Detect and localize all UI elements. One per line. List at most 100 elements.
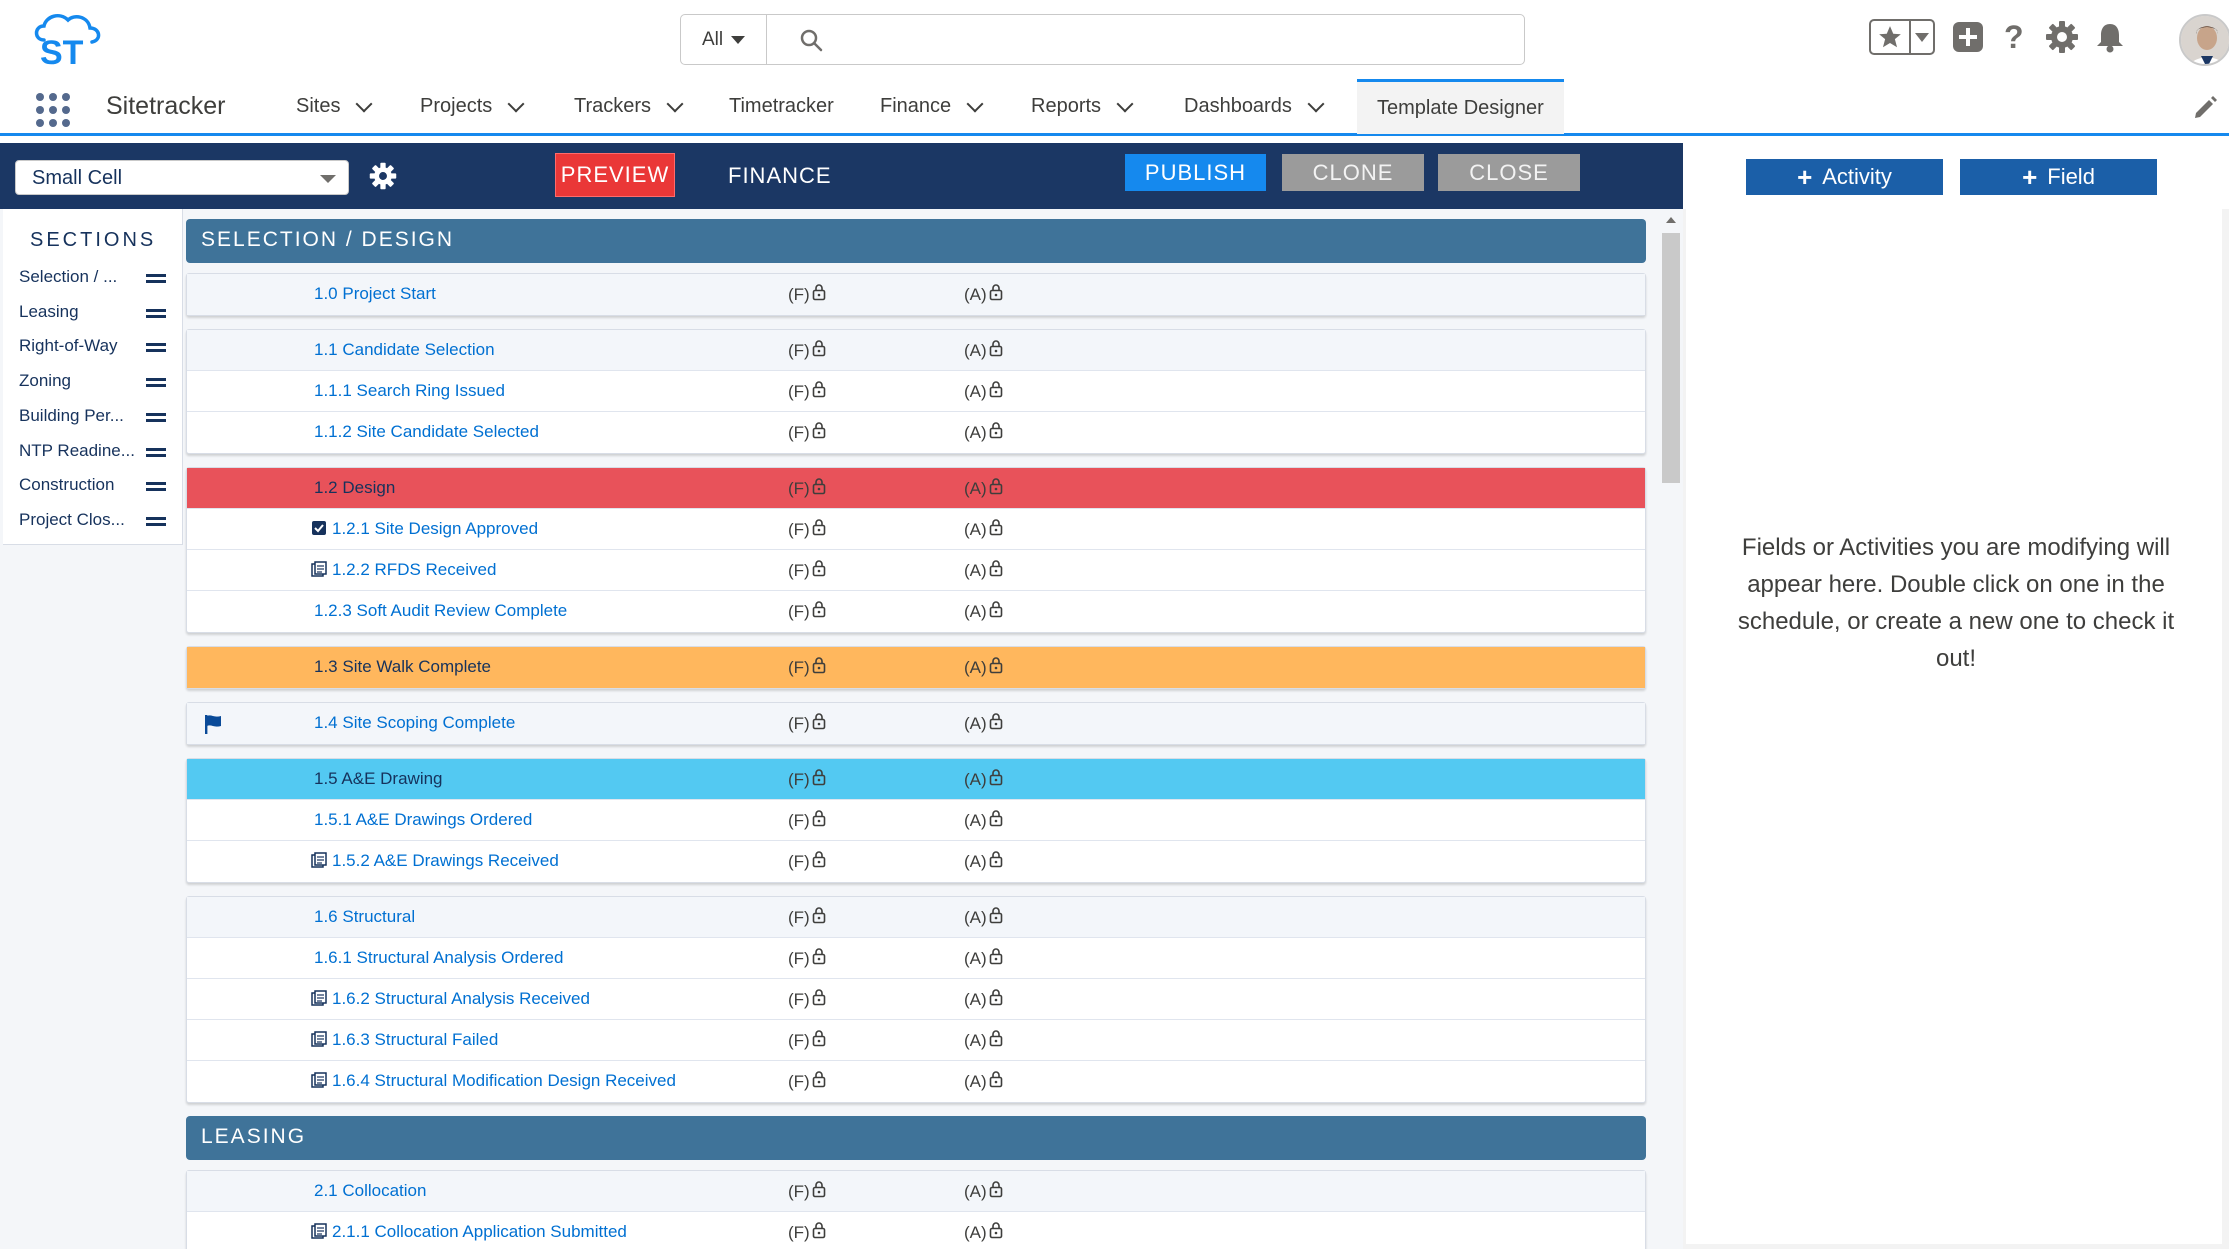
forecast-date-field[interactable]: (F) xyxy=(788,906,826,929)
forecast-date-field[interactable]: (F) xyxy=(788,768,826,791)
nav-item-trackers[interactable]: Trackers xyxy=(574,80,684,133)
chevron-down-icon[interactable] xyxy=(1116,95,1134,112)
activity-row[interactable]: 1.2.3 Soft Audit Review Complete (F) (A) xyxy=(187,591,1645,632)
actual-date-field[interactable]: (A) xyxy=(964,380,1003,403)
actual-date-field[interactable]: (A) xyxy=(964,712,1003,735)
forecast-date-field[interactable]: (F) xyxy=(788,1180,826,1203)
forecast-date-field[interactable]: (F) xyxy=(788,559,826,582)
section-nav-item[interactable]: Right-of-Way xyxy=(19,332,169,362)
activity-row[interactable]: 1.5.1 A&E Drawings Ordered (F) (A) xyxy=(187,800,1645,841)
activity-name-link[interactable]: 1.6.1 Structural Analysis Ordered xyxy=(314,948,563,968)
forecast-date-field[interactable]: (F) xyxy=(788,1029,826,1052)
activity-row[interactable]: 1.6.4 Structural Modification Design Rec… xyxy=(187,1061,1645,1102)
scroll-up-arrow-icon[interactable] xyxy=(1666,217,1676,223)
close-button[interactable]: CLOSE xyxy=(1438,154,1580,191)
section-nav-item[interactable]: Building Per... xyxy=(19,402,169,432)
activity-name-link[interactable]: 1.6.4 Structural Modification Design Rec… xyxy=(332,1071,676,1091)
activity-row[interactable]: 1.6.3 Structural Failed (F) (A) xyxy=(187,1020,1645,1061)
activity-name-link[interactable]: 1.5.1 A&E Drawings Ordered xyxy=(314,810,532,830)
forecast-date-field[interactable]: (F) xyxy=(788,477,826,500)
section-nav-item[interactable]: NTP Readine... xyxy=(19,437,169,467)
forecast-date-field[interactable]: (F) xyxy=(788,947,826,970)
actual-date-field[interactable]: (A) xyxy=(964,850,1003,873)
actual-date-field[interactable]: (A) xyxy=(964,947,1003,970)
activity-name-link[interactable]: 1.1 Candidate Selection xyxy=(314,340,495,360)
drag-handle-icon[interactable] xyxy=(146,482,166,492)
forecast-date-field[interactable]: (F) xyxy=(788,1070,826,1093)
drag-handle-icon[interactable] xyxy=(146,343,166,353)
activity-name-link[interactable]: 1.2.2 RFDS Received xyxy=(332,560,496,580)
nav-item-projects[interactable]: Projects xyxy=(420,80,525,133)
chevron-down-icon[interactable] xyxy=(507,95,525,112)
drag-handle-icon[interactable] xyxy=(146,378,166,388)
nav-item-finance[interactable]: Finance xyxy=(880,80,984,133)
scrollbar-thumb[interactable] xyxy=(1662,233,1680,483)
activity-name-link[interactable]: 1.2.1 Site Design Approved xyxy=(332,519,538,539)
actual-date-field[interactable]: (A) xyxy=(964,559,1003,582)
activity-row[interactable]: 1.2.1 Site Design Approved (F) (A) xyxy=(187,509,1645,550)
user-avatar[interactable] xyxy=(2179,14,2229,66)
edit-nav-pencil-icon[interactable] xyxy=(2193,94,2219,120)
forecast-date-field[interactable]: (F) xyxy=(788,656,826,679)
drag-handle-icon[interactable] xyxy=(146,516,166,526)
search-scope-dropdown[interactable]: All xyxy=(681,15,767,64)
section-nav-item[interactable]: Leasing xyxy=(19,298,169,328)
forecast-date-field[interactable]: (F) xyxy=(788,850,826,873)
nav-item-reports[interactable]: Reports xyxy=(1031,80,1134,133)
section-nav-item[interactable]: Selection / ... xyxy=(19,263,169,293)
activity-name-link[interactable]: 1.1.1 Search Ring Issued xyxy=(314,381,505,401)
search-input[interactable] xyxy=(833,19,1513,59)
activity-name-link[interactable]: 1.1.2 Site Candidate Selected xyxy=(314,422,539,442)
activity-group-row[interactable]: 2.1 Collocation (F) (A) xyxy=(187,1171,1645,1212)
activity-name-link[interactable]: 1.5.2 A&E Drawings Received xyxy=(332,851,559,871)
drag-handle-icon[interactable] xyxy=(146,274,166,283)
preview-button[interactable]: PREVIEW xyxy=(555,153,675,197)
activity-group-row[interactable]: 1.5 A&E Drawing (F) (A) xyxy=(187,759,1645,800)
template-select[interactable]: Small Cell xyxy=(15,160,349,195)
actual-date-field[interactable]: (A) xyxy=(964,1070,1003,1093)
nav-item-sites[interactable]: Sites xyxy=(296,80,373,133)
section-nav-item[interactable]: Construction xyxy=(19,471,169,501)
help-icon[interactable]: ? xyxy=(1996,18,2034,56)
forecast-date-field[interactable]: (F) xyxy=(788,712,826,735)
favorites-button[interactable] xyxy=(1869,19,1935,55)
section-header[interactable]: SELECTION / DESIGN xyxy=(186,219,1646,263)
actual-date-field[interactable]: (A) xyxy=(964,283,1003,306)
app-launcher-icon[interactable] xyxy=(36,93,70,127)
activity-name-link[interactable]: 1.6 Structural xyxy=(314,907,415,927)
actual-date-field[interactable]: (A) xyxy=(964,421,1003,444)
section-nav-item[interactable]: Zoning xyxy=(19,367,169,397)
actual-date-field[interactable]: (A) xyxy=(964,477,1003,500)
activity-group-row[interactable]: 1.1 Candidate Selection (F) (A) xyxy=(187,330,1645,371)
section-header[interactable]: LEASING xyxy=(186,1116,1646,1160)
actual-date-field[interactable]: (A) xyxy=(964,1029,1003,1052)
activity-row[interactable]: 1.6.1 Structural Analysis Ordered (F) (A) xyxy=(187,938,1645,979)
actual-date-field[interactable]: (A) xyxy=(964,339,1003,362)
chevron-down-icon[interactable] xyxy=(966,95,984,112)
view-mode-label[interactable]: FINANCE xyxy=(728,163,832,189)
nav-item-template-designer[interactable]: Template Designer xyxy=(1357,79,1564,134)
actual-date-field[interactable]: (A) xyxy=(964,768,1003,791)
activity-row[interactable]: 1.1.1 Search Ring Issued (F) (A) xyxy=(187,371,1645,412)
section-nav-item[interactable]: Project Clos... xyxy=(19,506,169,536)
actual-date-field[interactable]: (A) xyxy=(964,906,1003,929)
activity-group-row[interactable]: 1.3 Site Walk Complete (F) (A) xyxy=(187,647,1645,688)
activity-name-link[interactable]: 1.0 Project Start xyxy=(314,284,436,304)
activity-group-row[interactable]: 1.0 Project Start (F) (A) xyxy=(187,274,1645,315)
template-settings-gear-icon[interactable] xyxy=(368,161,398,191)
activity-name-link[interactable]: 1.4 Site Scoping Complete xyxy=(314,713,515,733)
actual-date-field[interactable]: (A) xyxy=(964,988,1003,1011)
drag-handle-icon[interactable] xyxy=(146,412,166,422)
activity-name-link[interactable]: 1.2.3 Soft Audit Review Complete xyxy=(314,601,567,621)
forecast-date-field[interactable]: (F) xyxy=(788,600,826,623)
actual-date-field[interactable]: (A) xyxy=(964,809,1003,832)
activity-name-link[interactable]: 2.1 Collocation xyxy=(314,1181,426,1201)
chevron-down-icon[interactable] xyxy=(666,95,684,112)
forecast-date-field[interactable]: (F) xyxy=(788,518,826,541)
chevron-down-icon[interactable] xyxy=(355,95,373,112)
actual-date-field[interactable]: (A) xyxy=(964,1221,1003,1244)
add-icon[interactable] xyxy=(1949,18,1987,56)
drag-handle-icon[interactable] xyxy=(146,447,166,457)
activity-group-row[interactable]: 1.2 Design (F) (A) xyxy=(187,468,1645,509)
actual-date-field[interactable]: (A) xyxy=(964,656,1003,679)
